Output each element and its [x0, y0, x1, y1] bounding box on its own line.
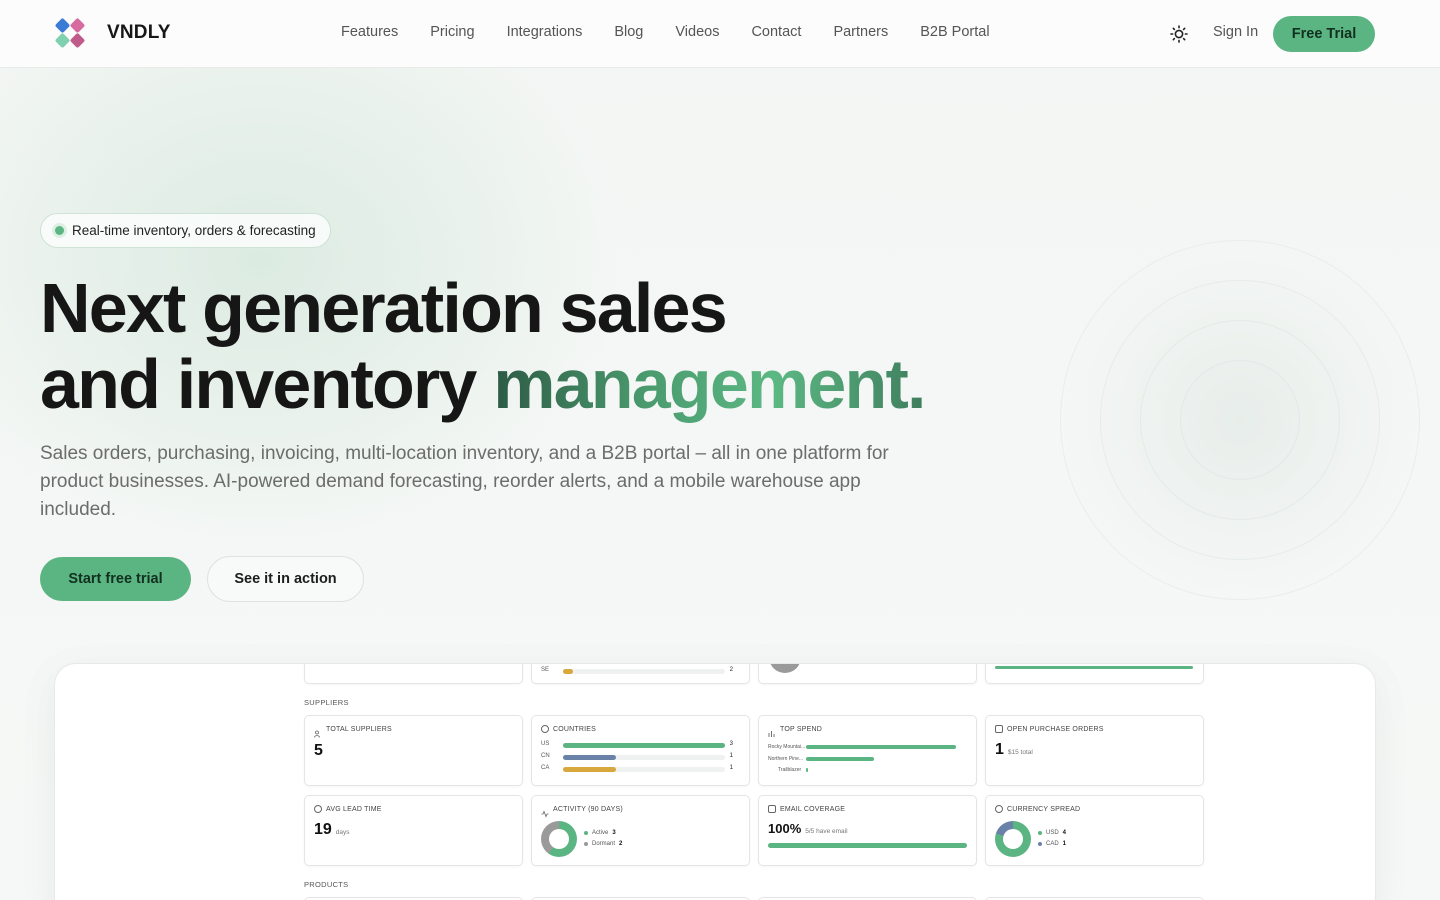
currency-legend: USD 4 CAD 1	[1038, 827, 1066, 849]
spend-bar-fill	[806, 768, 808, 772]
document-icon	[995, 725, 1003, 733]
headline-accent: management.	[493, 345, 926, 423]
sun-icon	[1170, 25, 1188, 43]
country-bar-fill	[563, 767, 617, 772]
partial-card-countries: SE 2	[531, 664, 750, 684]
see-it-in-action-button[interactable]: See it in action	[207, 556, 364, 602]
decorative-rings	[1060, 240, 1420, 600]
activity-icon	[541, 805, 549, 818]
country-bar-us: US 3	[541, 741, 733, 748]
email-coverage-track	[768, 843, 967, 848]
spend-bar-fill	[806, 745, 956, 749]
bar-chart-icon	[768, 725, 776, 737]
clock-icon	[314, 805, 322, 813]
nav-link-integrations[interactable]: Integrations	[507, 24, 583, 40]
main-nav: Features Pricing Integrations Blog Video…	[341, 24, 990, 40]
hero-headline: Next generation sales and inventory mana…	[40, 269, 926, 423]
nav-link-features[interactable]: Features	[341, 24, 398, 40]
card-top-spend: TOP SPEND Rocky Mountai... Northern Pine…	[758, 715, 977, 786]
hero-subtitle: Sales orders, purchasing, invoicing, mul…	[40, 443, 889, 520]
country-bar-se: SE 2	[541, 667, 733, 674]
globe-icon	[541, 725, 549, 733]
currency-donut	[995, 821, 1031, 857]
top-navbar: VNDLY Features Pricing Integrations Blog…	[0, 0, 1440, 68]
status-dot-icon	[55, 226, 64, 235]
nav-link-pricing[interactable]: Pricing	[430, 24, 474, 40]
start-free-trial-button[interactable]: Start free trial	[40, 557, 191, 601]
partial-card-3	[758, 664, 977, 684]
headline-line-2: and inventory	[40, 345, 494, 423]
partial-card-1	[304, 664, 523, 684]
email-coverage-fill	[768, 843, 967, 848]
nav-link-contact[interactable]: Contact	[751, 24, 801, 40]
card-total-suppliers: TOTAL SUPPLIERS 5	[304, 715, 523, 786]
mail-icon	[768, 805, 776, 813]
country-bar-ca: CA 1	[541, 765, 733, 772]
country-bar-fill	[563, 743, 725, 748]
card-activity: ACTIVITY (90 DAYS) Active 3 Dormant 2	[531, 795, 750, 866]
spend-row-3: Trailblazer	[768, 767, 968, 776]
card-currency-spread: CURRENCY SPREAD USD 4 CAD 1	[985, 795, 1204, 866]
card-email-coverage: EMAIL COVERAGE 100% 5/5 have email	[758, 795, 977, 866]
card-countries: COUNTRIES US 3 CN 1 CA 1	[531, 715, 750, 786]
theme-toggle-button[interactable]	[1168, 23, 1190, 45]
sign-in-link[interactable]: Sign In	[1213, 24, 1258, 40]
headline-line-1: Next generation sales	[40, 269, 728, 347]
spend-row-1: Rocky Mountai...	[768, 744, 968, 753]
partial-donut	[769, 664, 801, 673]
section-label-products: PRODUCTS	[304, 880, 349, 889]
nav-link-partners[interactable]: Partners	[833, 24, 888, 40]
spend-row-2: Northern Pine...	[768, 756, 968, 765]
spend-bar-fill	[806, 757, 874, 761]
card-open-purchase-orders: OPEN PURCHASE ORDERS 1 $15 total	[985, 715, 1204, 786]
brand-logo-icon[interactable]	[54, 17, 87, 50]
activity-donut	[541, 821, 577, 857]
nav-link-b2b-portal[interactable]: B2B Portal	[920, 24, 989, 40]
hero-badge-text: Real-time inventory, orders & forecastin…	[72, 223, 316, 238]
card-avg-lead-time: AVG LEAD TIME 19 days	[304, 795, 523, 866]
currency-icon	[995, 805, 1003, 813]
country-bar-cn: CN 1	[541, 753, 733, 760]
partial-progress-bar	[995, 666, 1193, 669]
activity-legend: Active 3 Dormant 2	[584, 827, 622, 849]
country-bar-fill	[563, 755, 617, 760]
nav-link-blog[interactable]: Blog	[614, 24, 643, 40]
partial-card-4	[985, 664, 1204, 684]
nav-link-videos[interactable]: Videos	[675, 24, 719, 40]
dashboard-preview: SE 2 SUPPLIERS TOTAL SUPPLIERS 5 COUNTRI…	[54, 663, 1376, 900]
brand-name[interactable]: VNDLY	[107, 22, 171, 44]
users-icon	[314, 725, 322, 738]
section-label-suppliers: SUPPLIERS	[304, 698, 349, 707]
country-bar-fill	[563, 669, 573, 674]
hero-badge: Real-time inventory, orders & forecastin…	[40, 213, 331, 248]
free-trial-button[interactable]: Free Trial	[1273, 16, 1375, 52]
